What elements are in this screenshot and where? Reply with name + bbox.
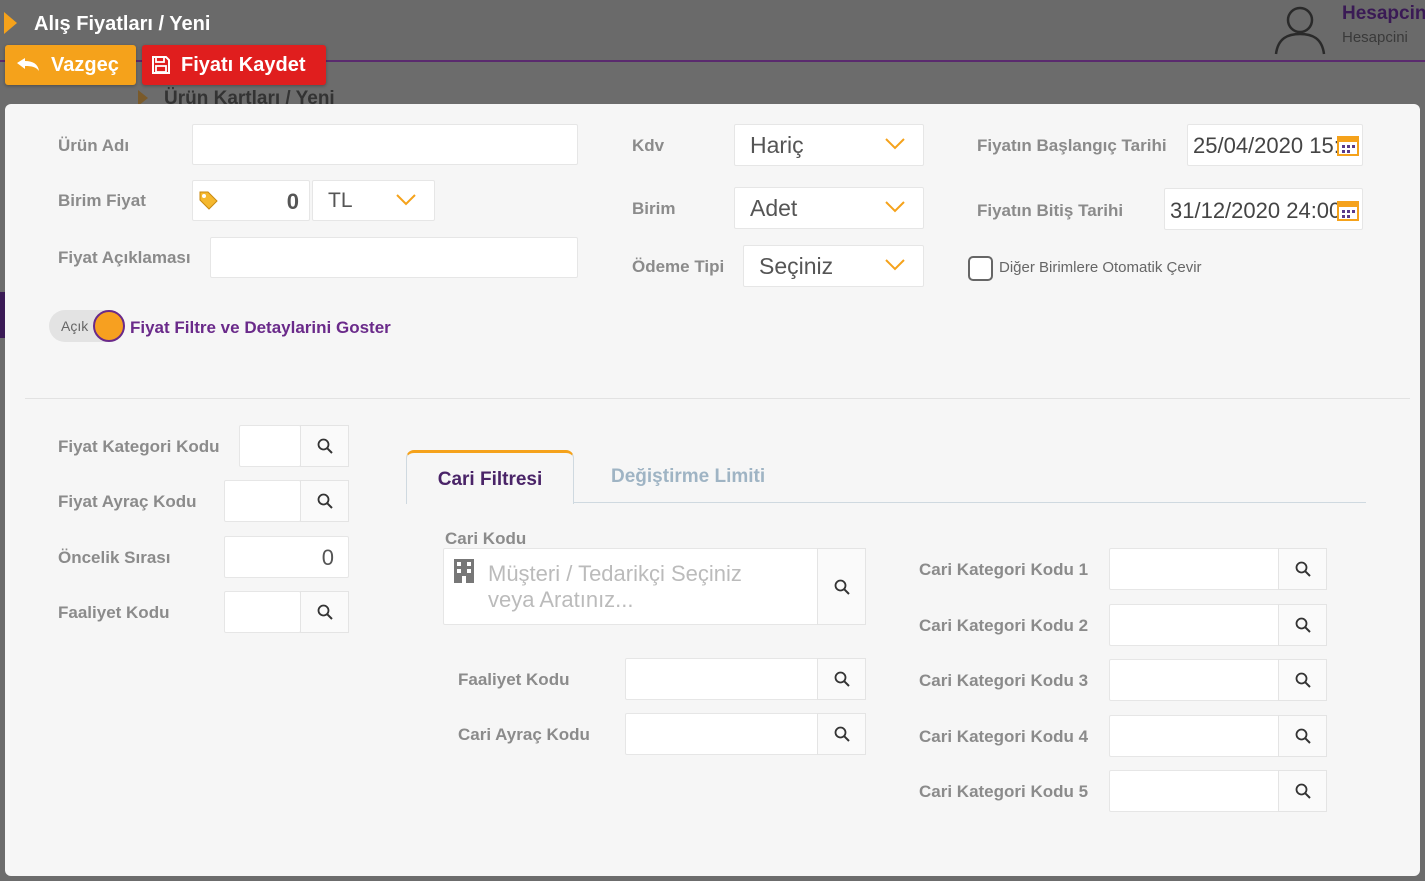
unit-price-label: Birim Fiyat [58,191,146,210]
cari-category-2-label: Cari Kategori Kodu 2 [919,616,1089,635]
cari-category-5-search-button[interactable] [1278,770,1327,812]
cari-category-1-input[interactable] [1109,548,1280,590]
cari-category-4-search-button[interactable] [1278,715,1327,757]
unit-price-value: 0 [286,189,299,214]
cancel-button[interactable]: Vazgeç [5,45,136,85]
search-icon [1295,561,1311,577]
price-separator-search-button[interactable] [300,480,349,522]
calendar-icon[interactable] [1336,198,1360,222]
start-date-input[interactable]: 25/04/2020 15:2 [1187,124,1363,166]
auto-convert-checkbox[interactable] [968,256,993,281]
cari-category-5-label: Cari Kategori Kodu 5 [919,782,1089,801]
product-name-label: Ürün Adı [58,136,130,155]
product-name-input[interactable] [192,124,578,165]
price-category-input[interactable] [239,425,301,467]
price-desc-label: Fiyat Açıklaması [58,248,191,267]
search-icon [834,579,850,595]
search-icon [1295,728,1311,744]
price-category-label: Fiyat Kategori Kodu [58,437,220,456]
details-toggle[interactable]: Açık [49,310,125,342]
cari-category-1-search-button[interactable] [1278,548,1327,590]
price-separator-label: Fiyat Ayraç Kodu [58,492,197,511]
cari-category-3-label: Cari Kategori Kodu 3 [919,671,1089,690]
cari-separator-input[interactable] [625,713,819,755]
activity-code-input[interactable] [224,591,301,633]
kdv-select[interactable]: Hariç [734,124,924,166]
unit-label: Birim [632,199,676,218]
search-icon [834,726,850,742]
cari-category-4-input[interactable] [1109,715,1280,757]
cari-category-3-input[interactable] [1109,659,1280,701]
floppy-disk-icon [152,56,170,74]
payment-type-select[interactable]: Seçiniz [743,245,924,287]
undo-icon [17,58,39,71]
start-date-label: Fiyatın Başlangıç Tarihi [977,136,1167,155]
search-icon [834,671,850,687]
currency-select[interactable]: TL [312,180,435,221]
price-form-modal: Ürün Adı Birim Fiyat 0 TL Fiyat Açıklama… [5,104,1420,876]
chevron-down-icon [885,259,905,271]
priority-label: Öncelik Sırası [58,548,171,567]
page-title: Alış Fiyatları / Yeni [34,13,211,35]
end-date-label: Fiyatın Bitiş Tarihi [977,201,1124,220]
cari-separator-label: Cari Ayraç Kodu [458,725,590,744]
building-icon [454,559,474,583]
priority-input[interactable]: 0 [224,536,349,578]
section-divider [25,398,1410,399]
auto-convert-label[interactable]: Diğer Birimlere Otomatik Çevir [999,259,1202,276]
cari-code-label: Cari Kodu [445,529,527,548]
search-icon [317,438,333,454]
activity-code-search-button[interactable] [300,591,349,633]
user-subtitle: Hesapcini [1342,29,1408,46]
cari-category-3-search-button[interactable] [1278,659,1327,701]
cari-activity-code-search-button[interactable] [817,658,866,700]
kdv-label: Kdv [632,136,665,155]
cari-category-2-search-button[interactable] [1278,604,1327,646]
search-icon [1295,617,1311,633]
cari-code-search-button[interactable] [817,548,866,625]
price-tag-icon [199,191,218,210]
cari-separator-search-button[interactable] [817,713,866,755]
cari-category-1-label: Cari Kategori Kodu 1 [919,560,1089,579]
cari-code-placeholder: Müşteri / Tedarikçi Seçiniz veya Aratını… [488,561,742,612]
cari-category-4-label: Cari Kategori Kodu 4 [919,727,1089,746]
cari-activity-code-input[interactable] [625,658,819,700]
cari-code-input[interactable]: Müşteri / Tedarikçi Seçiniz veya Aratını… [443,548,819,625]
cari-category-2-input[interactable] [1109,604,1280,646]
chevron-down-icon [396,193,416,205]
unit-price-input[interactable]: 0 [192,180,310,221]
search-icon [1295,672,1311,688]
tab-change-limit[interactable]: Değiştirme Limiti [611,466,765,488]
cari-activity-code-label: Faaliyet Kodu [458,670,570,689]
chevron-down-icon [885,201,905,213]
end-date-input[interactable]: 31/12/2020 24:00 [1164,188,1363,230]
unit-select[interactable]: Adet [734,187,924,229]
price-category-search-button[interactable] [300,425,349,467]
activity-code-label: Faaliyet Kodu [58,603,170,622]
chevron-down-icon [885,138,905,150]
save-price-button[interactable]: Fiyatı Kaydet [142,45,326,85]
user-avatar-icon[interactable] [1272,2,1328,56]
menu-arrow-icon[interactable] [4,12,17,34]
payment-type-label: Ödeme Tipi [632,257,725,276]
price-separator-input[interactable] [224,480,301,522]
tab-cari-filter[interactable]: Cari Filtresi [406,450,574,504]
calendar-icon[interactable] [1336,133,1360,157]
search-icon [317,604,333,620]
tab-underline [574,502,1366,503]
price-desc-input[interactable] [210,237,578,278]
search-icon [1295,783,1311,799]
toggle-knob [93,310,125,342]
cari-category-5-input[interactable] [1109,770,1280,812]
user-name[interactable]: Hesapcini [1342,3,1425,25]
search-icon [317,493,333,509]
details-toggle-label[interactable]: Fiyat Filtre ve Detaylarini Goster [130,318,391,338]
